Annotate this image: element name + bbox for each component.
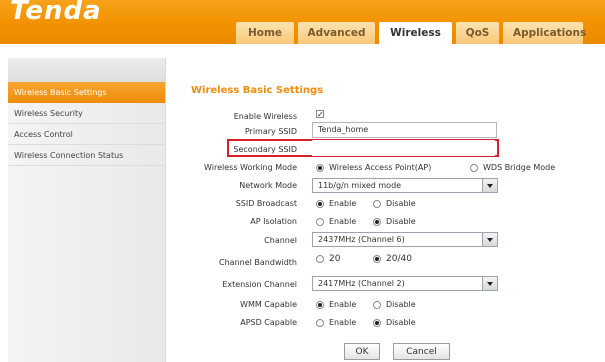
ssid-broadcast-enable-radio[interactable] [316,199,324,208]
sidebar-header [8,58,165,82]
apsd-enable-radio[interactable] [316,318,324,327]
tab-advanced[interactable]: Advanced [298,22,375,44]
header-divider [0,44,605,58]
extension-channel-label: Extension Channel [222,280,297,289]
ssid-broadcast-enable-text: Enable [329,199,357,208]
channel-dropdown-arrow-icon[interactable] [482,233,497,246]
working-mode-ap-option[interactable]: Wireless Access Point(AP) [316,163,431,172]
network-mode-label: Network Mode [239,181,297,190]
apsd-disable-radio[interactable] [373,318,381,327]
sidebar-item-wireless-connection-status[interactable]: Wireless Connection Status [8,145,165,166]
working-mode-ap-text: Wireless Access Point(AP) [329,163,432,172]
network-mode-value: 11b/g/n mixed mode [318,181,402,190]
channel-value: 2437MHz (Channel 6) [318,235,405,244]
bandwidth-20-radio[interactable] [316,255,324,263]
ssid-broadcast-enable-option[interactable]: Enable [316,199,356,208]
ap-isolation-enable-radio[interactable] [316,217,324,226]
tab-applications[interactable]: Applications [503,22,586,44]
bandwidth-20-text: 20 [329,254,341,264]
ssid-broadcast-label: SSID Broadcast [235,199,297,208]
channel-select[interactable]: 2437MHz (Channel 6) [312,232,498,247]
tab-wireless[interactable]: Wireless [379,22,452,44]
ssid-broadcast-disable-option[interactable]: Disable [373,199,416,208]
tab-home[interactable]: Home [236,22,294,44]
header-bar: Tenda Home Advanced Wireless QoS Applica… [0,0,605,44]
wmm-disable-option[interactable]: Disable [373,300,416,309]
brand-logo: Tenda [10,0,102,26]
apsd-enable-text: Enable [329,318,357,327]
tab-qos[interactable]: QoS [456,22,499,44]
enable-wireless-label: Enable Wireless [233,112,297,121]
working-mode-label: Wireless Working Mode [204,163,297,172]
cancel-button[interactable]: Cancel [393,343,450,360]
sidebar-item-wireless-security[interactable]: Wireless Security [8,103,165,124]
ap-isolation-disable-text: Disable [386,217,416,226]
network-mode-select[interactable]: 11b/g/n mixed mode [312,178,498,193]
wmm-enable-option[interactable]: Enable [316,300,356,309]
wmm-disable-radio[interactable] [373,300,381,309]
page-title: Wireless Basic Settings [191,85,324,96]
network-mode-dropdown-arrow-icon[interactable] [482,179,497,192]
working-mode-wds-radio[interactable] [470,163,478,172]
extension-channel-select[interactable]: 2417MHz (Channel 2) [312,276,498,291]
sidebar-item-wireless-basic-settings[interactable]: Wireless Basic Settings [8,82,165,103]
wmm-enable-radio[interactable] [316,300,324,309]
extension-channel-dropdown-arrow-icon[interactable] [482,277,497,290]
sidebar-item-access-control[interactable]: Access Control [8,124,165,145]
ssid-broadcast-disable-radio[interactable] [373,199,381,208]
bandwidth-20-option[interactable]: 20 [316,254,340,264]
bandwidth-2040-option[interactable]: 20/40 [373,254,412,264]
channel-bandwidth-label: Channel Bandwidth [219,258,297,267]
working-mode-wds-text: WDS Bridge Mode [483,163,556,172]
wmm-disable-text: Disable [386,300,416,309]
bandwidth-2040-radio[interactable] [373,255,381,263]
enable-wireless-checkbox[interactable]: ✓ [316,110,324,119]
ssid-broadcast-disable-text: Disable [386,199,416,208]
apsd-capable-label: APSD Capable [240,318,297,327]
extension-channel-value: 2417MHz (Channel 2) [318,279,405,288]
sidebar: Wireless Basic Settings Wireless Securit… [8,58,166,362]
primary-ssid-input[interactable]: Tenda_home [312,122,497,138]
secondary-ssid-label: Secondary SSID [233,145,297,154]
ap-isolation-enable-option[interactable]: Enable [316,217,356,226]
primary-ssid-label: Primary SSID [244,127,297,136]
bandwidth-2040-text: 20/40 [386,254,412,264]
apsd-disable-text: Disable [386,318,416,327]
main-nav-tabs: Home Advanced Wireless QoS Applications [236,22,586,44]
ap-isolation-disable-radio[interactable] [373,217,381,226]
apsd-disable-option[interactable]: Disable [373,318,416,327]
secondary-ssid-input[interactable] [312,140,495,156]
channel-label: Channel [264,236,297,245]
ok-button[interactable]: OK [344,343,380,360]
ap-isolation-disable-option[interactable]: Disable [373,217,416,226]
working-mode-ap-radio[interactable] [316,163,324,172]
working-mode-wds-option[interactable]: WDS Bridge Mode [470,163,555,172]
wmm-enable-text: Enable [329,300,357,309]
wmm-capable-label: WMM Capable [240,300,297,309]
ap-isolation-enable-text: Enable [329,217,357,226]
ap-isolation-label: AP Isolation [250,217,297,226]
apsd-enable-option[interactable]: Enable [316,318,356,327]
